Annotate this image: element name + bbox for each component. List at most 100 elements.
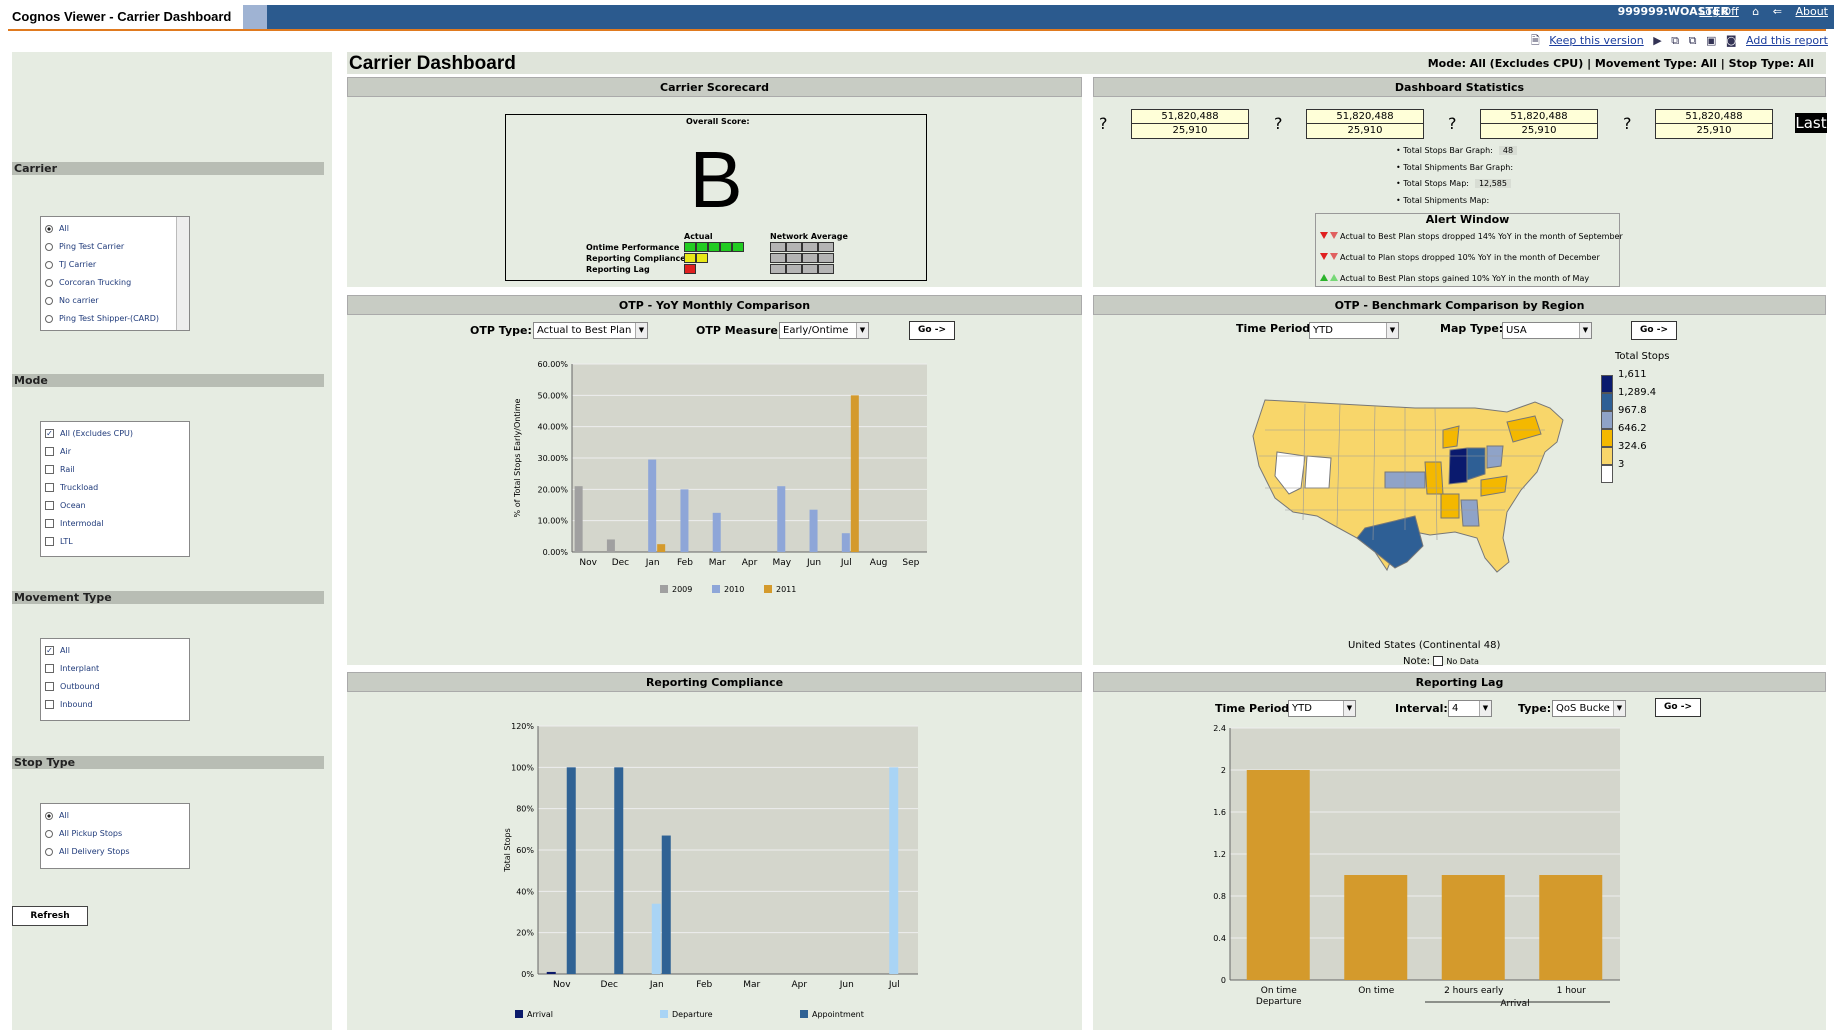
- x-tick-label: Jan: [649, 980, 664, 990]
- checkbox[interactable]: [45, 465, 54, 474]
- save-icon[interactable]: ▣: [1706, 34, 1716, 47]
- interval-select[interactable]: 4 ▼: [1448, 700, 1492, 717]
- movement-option[interactable]: Interplant: [45, 660, 185, 678]
- y-tick-label: 40.00%: [537, 423, 568, 432]
- stop-option[interactable]: All Pickup Stops: [45, 825, 185, 843]
- carrier-listbox[interactable]: All Ping Test Carrier TJ Carrier Corcoran T…: [40, 216, 190, 331]
- header-links: Log Off ⌂ ⇐ About: [1689, 5, 1828, 18]
- refresh-button[interactable]: Refresh: [12, 906, 88, 926]
- radio-button[interactable]: [45, 811, 53, 820]
- checkbox[interactable]: [45, 483, 54, 492]
- bar: [651, 903, 661, 974]
- otp-type-select[interactable]: Actual to Best Plan ▼: [533, 322, 648, 339]
- y-tick-label: 0.4: [1213, 934, 1226, 943]
- page-title: Carrier Dashboard: [349, 53, 516, 74]
- home-icon[interactable]: ⌂: [1752, 5, 1759, 18]
- mode-option[interactable]: LTL: [45, 533, 185, 551]
- carrier-option[interactable]: Corcoran Trucking: [45, 274, 185, 292]
- checkbox[interactable]: [45, 700, 54, 709]
- checkbox[interactable]: ✓: [45, 646, 54, 655]
- carrier-scrollbar[interactable]: [176, 217, 189, 330]
- run-icon[interactable]: ▶: [1653, 34, 1661, 47]
- stop-option[interactable]: All: [45, 807, 185, 825]
- network-score-cell: [786, 264, 802, 274]
- movement-option[interactable]: ✓ All: [45, 642, 185, 660]
- carrier-option[interactable]: All: [45, 220, 185, 238]
- keep-version-icon[interactable]: 🗎: [1531, 34, 1540, 47]
- network-score-cell: [818, 242, 834, 252]
- mode-option[interactable]: Rail: [45, 461, 185, 479]
- otp-measure-select[interactable]: Early/Ontime ▼: [779, 322, 869, 339]
- carrier-option-label: No carrier: [59, 296, 99, 305]
- mode-option[interactable]: Intermodal: [45, 515, 185, 533]
- checkbox[interactable]: [45, 537, 54, 546]
- x-tick-label: Apr: [742, 558, 758, 568]
- movement-option[interactable]: Outbound: [45, 678, 185, 696]
- map-state-georgia: [1460, 499, 1480, 527]
- checkbox[interactable]: [45, 519, 54, 528]
- stat-bullet: • Total Stops Map: 12,585: [1396, 179, 1511, 188]
- mode-option[interactable]: Truckload: [45, 479, 185, 497]
- carrier-option-label: Ping Test Shipper-(CARD): [59, 314, 159, 323]
- logoff-link[interactable]: Log Off: [1699, 5, 1738, 18]
- lag-type-select[interactable]: QoS Bucke ▼: [1552, 700, 1626, 717]
- radio-button[interactable]: [45, 829, 53, 838]
- stat-box: 51,820,488 25,910: [1306, 109, 1424, 139]
- y-tick-label: 0.8: [1213, 892, 1226, 901]
- checkbox[interactable]: [45, 447, 54, 456]
- map-state-indiana: [1448, 447, 1468, 485]
- benchmark-period-select[interactable]: YTD ▼: [1309, 322, 1399, 339]
- otp-go-button[interactable]: Go ->: [909, 321, 955, 340]
- checkbox[interactable]: [45, 501, 54, 510]
- x-tick-label: Nov: [553, 980, 571, 990]
- network-score-cell: [818, 264, 834, 274]
- radio-button[interactable]: [45, 224, 53, 233]
- carrier-option[interactable]: Ping Test Carrier: [45, 238, 185, 256]
- keep-version-link[interactable]: Keep this version: [1549, 34, 1644, 47]
- radio-button[interactable]: [45, 847, 53, 856]
- lag-period-select[interactable]: YTD ▼: [1288, 700, 1356, 717]
- us-map[interactable]: [1245, 390, 1595, 590]
- copy-icon[interactable]: ⧉: [1689, 34, 1697, 47]
- bar: [1246, 770, 1310, 980]
- radio-button[interactable]: [45, 278, 53, 287]
- checkbox[interactable]: ✓: [45, 429, 54, 438]
- mode-option[interactable]: ✓ All (Excludes CPU): [45, 425, 185, 443]
- viewer-toolbar: 🗎 Keep this version ▶ ⧉ ⧉ ▣ ◙ Add this r…: [1525, 32, 1828, 50]
- movement-option[interactable]: Inbound: [45, 696, 185, 714]
- y-tick-label: 0%: [521, 970, 534, 979]
- radio-button[interactable]: [45, 242, 53, 251]
- legend-label: 3: [1618, 459, 1625, 470]
- bar: [712, 512, 721, 552]
- add-report-link[interactable]: Add this report: [1746, 34, 1828, 47]
- carrier-option[interactable]: Ping Test Shipper-(CARD): [45, 310, 185, 328]
- map-legend: 1,611 1,289.4 967.8 646.2 324.6 3: [1601, 369, 1721, 485]
- movement-option-label: Inbound: [60, 700, 93, 709]
- stop-option[interactable]: All Delivery Stops: [45, 843, 185, 861]
- about-link[interactable]: About: [1795, 5, 1828, 18]
- map-type-select[interactable]: USA ▼: [1502, 322, 1592, 339]
- back-icon[interactable]: ⇐: [1773, 5, 1782, 18]
- legend-label: 324.6: [1618, 441, 1647, 452]
- legend-label: Departure: [672, 1010, 713, 1019]
- checkbox[interactable]: [45, 682, 54, 691]
- map-note-label: Note:: [1403, 656, 1431, 667]
- mode-checkbox-group: ✓ All (Excludes CPU) Air Rail Truckload Ocean…: [40, 421, 190, 557]
- mode-option[interactable]: Ocean: [45, 497, 185, 515]
- carrier-option[interactable]: No carrier: [45, 292, 185, 310]
- actual-score-cell: [732, 242, 744, 252]
- view-icon[interactable]: ◙: [1726, 34, 1737, 47]
- network-score-cell: [770, 253, 786, 263]
- mode-option[interactable]: Air: [45, 443, 185, 461]
- benchmark-go-button[interactable]: Go ->: [1631, 321, 1677, 340]
- radio-button[interactable]: [45, 260, 53, 269]
- radio-button[interactable]: [45, 296, 53, 305]
- stat-bullet-label: Total Stops Bar Graph:: [1403, 146, 1493, 155]
- drill-icon[interactable]: ⧉: [1671, 34, 1679, 47]
- checkbox[interactable]: [45, 664, 54, 673]
- otp-measure-label: OTP Measure:: [696, 324, 783, 337]
- lag-go-button[interactable]: Go ->: [1655, 698, 1701, 717]
- radio-button[interactable]: [45, 314, 53, 323]
- carrier-option[interactable]: TJ Carrier: [45, 256, 185, 274]
- legend-swatch: [1601, 429, 1613, 447]
